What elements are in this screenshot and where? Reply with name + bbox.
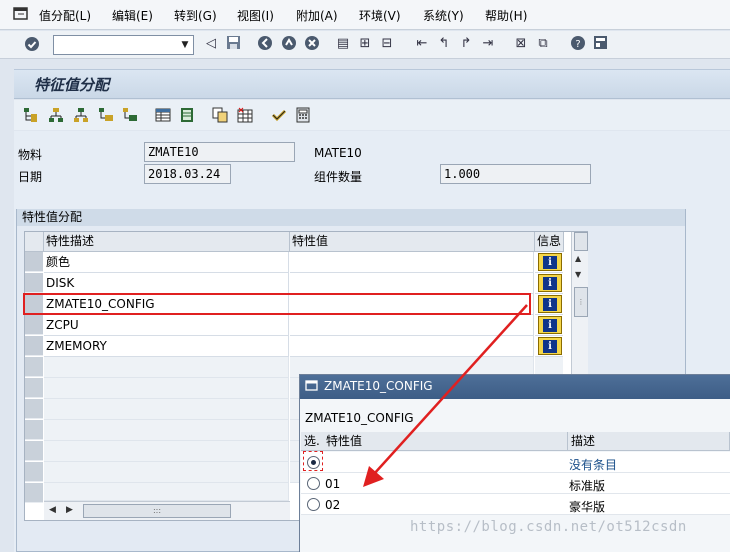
watermark: https://blog.csdn.net/ot512csdn: [410, 519, 687, 535]
annotation-arrow: [363, 304, 528, 487]
